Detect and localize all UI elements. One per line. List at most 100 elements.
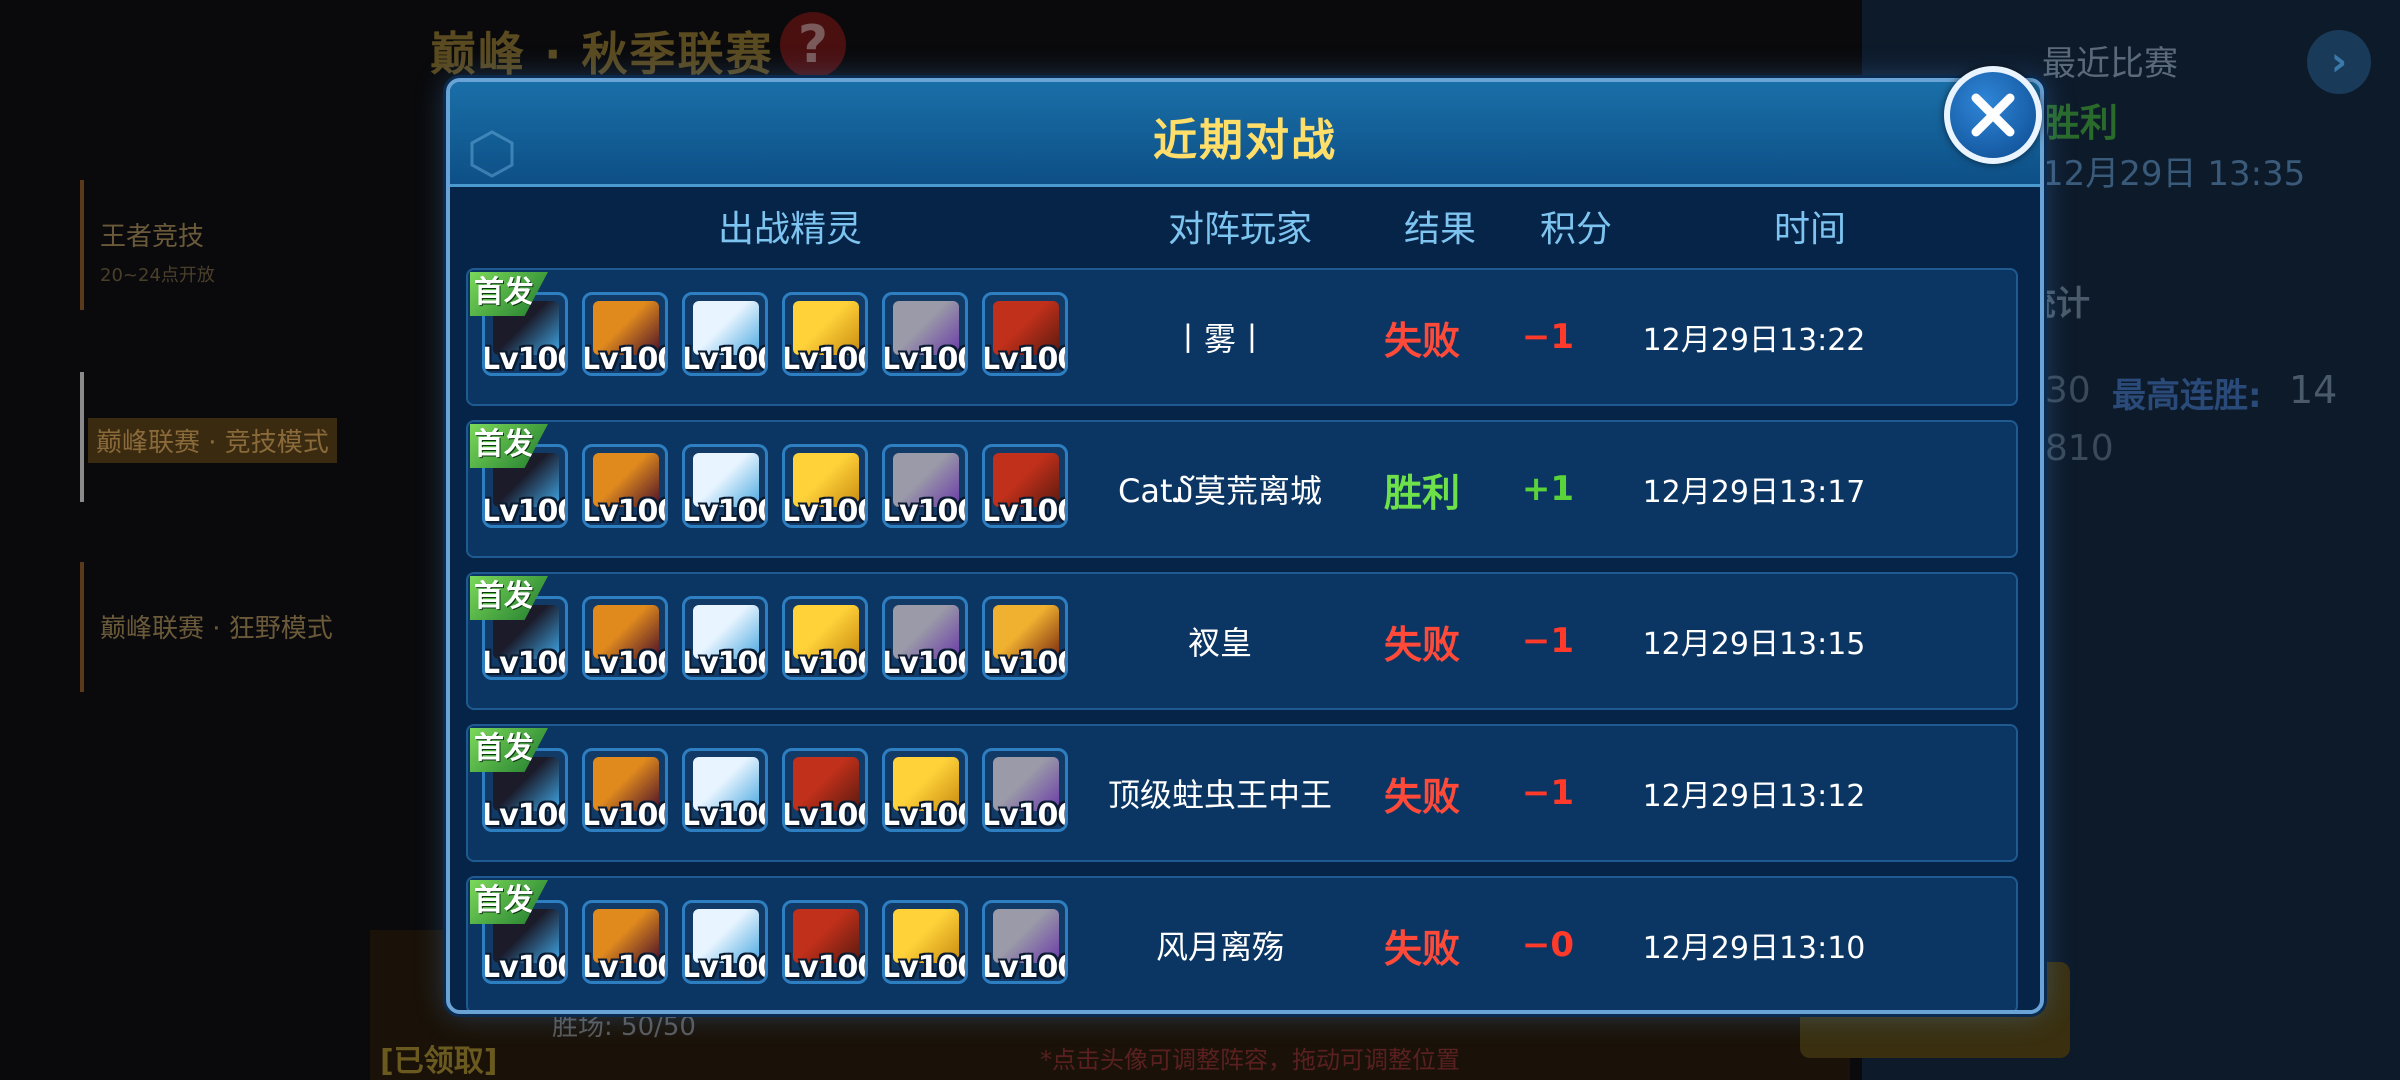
points-change-cell: +1 <box>1492 422 1604 556</box>
close-icon <box>1971 93 2015 137</box>
claimed-label: [已领取] <box>380 1044 498 1079</box>
monster-avatar: Lv100 <box>782 900 868 984</box>
left-menu-item-competitive: 巅峰联赛 · 竞技模式 <box>80 372 337 502</box>
points-change: +1 <box>1521 469 1575 509</box>
match-time: 12月29日13:12 <box>1642 779 1866 814</box>
left-menu-label: 王者竞技 <box>100 222 205 252</box>
opponent-name: Cat໓莫荒离城 <box>1118 472 1322 510</box>
monster-level: Lv100 <box>882 646 965 680</box>
monster-level: Lv100 <box>682 798 765 832</box>
match-row[interactable]: Lv100Lv100Lv100Lv100Lv100Lv100首发顶级蛀虫王中王失… <box>466 724 2018 862</box>
points-change: −1 <box>1521 621 1575 661</box>
monster-level: Lv100 <box>782 798 865 832</box>
monster-level: Lv100 <box>582 494 665 528</box>
monster-avatar: Lv100 <box>582 900 668 984</box>
points-change-cell: −1 <box>1492 270 1604 404</box>
match-row[interactable]: Lv100Lv100Lv100Lv100Lv100Lv100首发衩皇失败−112… <box>466 572 2018 710</box>
monster-avatar: Lv100 <box>882 596 968 680</box>
chevron-right-icon: › <box>2307 30 2371 94</box>
match-result: 胜利 <box>1383 470 1460 515</box>
match-time: 12月29日13:17 <box>1642 475 1866 510</box>
match-result-cell: 失败 <box>1352 270 1492 404</box>
monster-avatar: Lv100 <box>882 748 968 832</box>
opponent-name-cell: 丨雾丨 <box>1088 270 1352 404</box>
monster-level: Lv100 <box>582 950 665 984</box>
close-button[interactable] <box>1944 66 2042 164</box>
left-menu-label: 巅峰联赛 · 狂野模式 <box>100 614 333 644</box>
points-change-cell: −1 <box>1492 574 1604 708</box>
monster-level: Lv100 <box>982 798 1065 832</box>
monster-avatar: Lv100 <box>982 444 1068 528</box>
match-time-cell: 12月29日13:17 <box>1604 422 1904 556</box>
monster-avatar: Lv100 <box>882 292 968 376</box>
recent-match-label: 最近比赛 <box>2042 44 2178 84</box>
column-header-result: 结果 <box>1403 209 1476 250</box>
points-change-cell: −0 <box>1492 878 1604 1010</box>
monster-avatar: Lv100 <box>782 748 868 832</box>
monster-level: Lv100 <box>882 342 965 376</box>
monster-avatar: Lv100 <box>682 444 768 528</box>
monster-level: Lv100 <box>882 494 965 528</box>
monster-level: Lv100 <box>682 342 765 376</box>
monster-avatar: Lv100 <box>982 748 1068 832</box>
monster-level: Lv100 <box>782 342 865 376</box>
match-row[interactable]: Lv100Lv100Lv100Lv100Lv100Lv100首发风月离殇失败−0… <box>466 876 2018 1010</box>
points-change: −1 <box>1521 317 1575 357</box>
monster-avatar: Lv100 <box>982 900 1068 984</box>
match-result: 失败 <box>1383 774 1460 819</box>
opponent-name: 顶级蛀虫王中王 <box>1107 776 1332 814</box>
match-time: 12月29日13:15 <box>1642 627 1866 662</box>
lineup-hint: *点击头像可调整阵容，拖动可调整位置 <box>1040 1046 1460 1074</box>
opponent-name-cell: 风月离殇 <box>1088 878 1352 1010</box>
left-menu-item-king: 王者竞技 20~24点开放 <box>80 180 215 310</box>
match-result-cell: 失败 <box>1352 574 1492 708</box>
streak-value: 14 <box>2289 368 2338 412</box>
match-result-cell: 失败 <box>1352 878 1492 1010</box>
monster-level: Lv100 <box>482 646 565 680</box>
monster-avatar: Lv100 <box>882 900 968 984</box>
monster-level: Lv100 <box>782 646 865 680</box>
match-time: 12月29日13:10 <box>1642 931 1866 966</box>
opponent-name-cell: 衩皇 <box>1088 574 1352 708</box>
match-result-cell: 失败 <box>1352 726 1492 860</box>
opponent-name-cell: 顶级蛀虫王中王 <box>1088 726 1352 860</box>
match-time-cell: 12月29日13:22 <box>1604 270 1904 404</box>
points-change-cell: −1 <box>1492 726 1604 860</box>
bg-page-title: 巅峰 · 秋季联赛 <box>430 27 774 81</box>
monster-avatar: Lv100 <box>582 596 668 680</box>
monster-avatar: Lv100 <box>782 444 868 528</box>
left-menu-sub: 20~24点开放 <box>100 265 215 286</box>
match-result: 失败 <box>1383 926 1460 971</box>
left-menu-item-wild: 巅峰联赛 · 狂野模式 <box>80 562 333 692</box>
match-time-cell: 12月29日13:15 <box>1604 574 1904 708</box>
opponent-name: 风月离殇 <box>1155 928 1284 966</box>
match-result: 失败 <box>1383 318 1460 363</box>
points-change: −1 <box>1521 773 1575 813</box>
column-header-time: 时间 <box>1773 209 1846 250</box>
monster-level: Lv100 <box>482 342 565 376</box>
opponent-name-cell: Cat໓莫荒离城 <box>1088 422 1352 556</box>
monster-level: Lv100 <box>582 798 665 832</box>
match-time: 12月29日13:22 <box>1642 323 1866 358</box>
opponent-name: 丨雾丨 <box>1171 320 1268 358</box>
opponent-name: 衩皇 <box>1187 624 1252 662</box>
monster-avatar: Lv100 <box>782 292 868 376</box>
monster-level: Lv100 <box>582 342 665 376</box>
monster-avatar: Lv100 <box>782 596 868 680</box>
match-time-cell: 12月29日13:10 <box>1604 878 1904 1010</box>
dialog-title: 近期对战 <box>1153 115 1337 166</box>
monster-level: Lv100 <box>682 950 765 984</box>
monster-avatar: Lv100 <box>682 292 768 376</box>
match-row[interactable]: Lv100Lv100Lv100Lv100Lv100Lv100首发丨雾丨失败−11… <box>466 268 2018 406</box>
monster-level: Lv100 <box>782 950 865 984</box>
match-time-cell: 12月29日13:12 <box>1604 726 1904 860</box>
monster-level: Lv100 <box>682 494 765 528</box>
match-row[interactable]: Lv100Lv100Lv100Lv100Lv100Lv100首发Cat໓莫荒离城… <box>466 420 2018 558</box>
monster-avatar: Lv100 <box>582 292 668 376</box>
monster-avatar: Lv100 <box>682 596 768 680</box>
match-result: 失败 <box>1383 622 1460 667</box>
column-header-monsters: 出战精灵 <box>717 209 862 250</box>
monster-avatar: Lv100 <box>982 292 1068 376</box>
monster-avatar: Lv100 <box>882 444 968 528</box>
monster-avatar: Lv100 <box>582 748 668 832</box>
